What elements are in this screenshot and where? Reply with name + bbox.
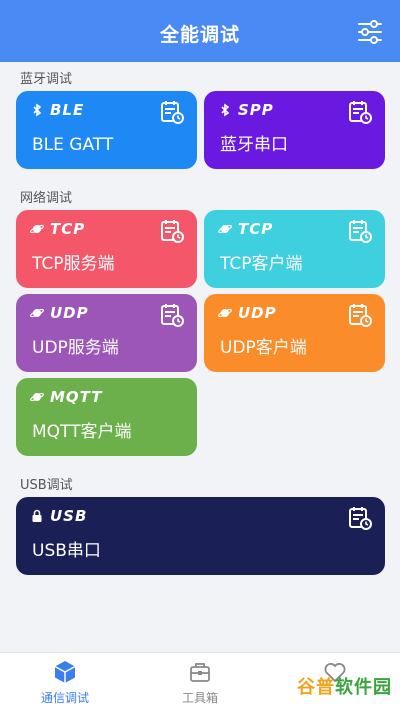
card-tag-text: SPP <box>238 101 274 119</box>
watermark-logo: 谷普软件园 <box>297 673 392 699</box>
section-label-bluetooth: 蓝牙调试 <box>20 72 73 87</box>
tab-toolbox[interactable]: 工具箱 <box>155 659 245 706</box>
watermark-part-2: 软件园 <box>335 677 392 698</box>
card-tag-text: UDP <box>238 304 277 322</box>
card-tag: MQTT <box>30 388 103 406</box>
tab-comm-debug[interactable]: 通信调试 <box>20 659 110 706</box>
card-label: 蓝牙串口 <box>220 135 288 155</box>
page-title: 全能调试 <box>159 24 240 46</box>
planet-icon <box>218 308 232 318</box>
tab-label: 通信调试 <box>40 691 89 705</box>
card-label: USB串口 <box>32 541 101 561</box>
tab-label: 工具箱 <box>181 691 218 705</box>
card-tag: TCP <box>30 220 85 238</box>
card-label: TCP服务端 <box>32 254 115 274</box>
toolbox-icon <box>190 663 210 682</box>
card-tcp-client[interactable]: TCP TCP客户端 <box>204 210 385 288</box>
card-tag-text: UDP <box>50 304 89 322</box>
app-header: 全能调试 <box>0 0 400 62</box>
card-mqtt[interactable]: MQTT MQTT客户端 <box>16 378 197 456</box>
card-spp[interactable]: SPP 蓝牙串口 <box>204 91 385 169</box>
cube-icon <box>54 661 76 683</box>
card-tag: UDP <box>218 304 277 322</box>
settings-sliders-icon[interactable] <box>356 18 384 46</box>
calendar-clock-icon[interactable] <box>347 218 373 244</box>
calendar-clock-icon[interactable] <box>347 99 373 125</box>
section-label-usb: USB调试 <box>20 478 73 493</box>
card-tag-text: TCP <box>50 220 86 238</box>
card-tag: SPP <box>218 101 274 119</box>
bluetooth-icon <box>221 103 230 117</box>
lock-icon <box>32 509 42 522</box>
calendar-clock-icon[interactable] <box>347 302 373 328</box>
card-label: UDP服务端 <box>32 338 119 358</box>
card-label: MQTT客户端 <box>32 422 132 442</box>
section-label-network: 网络调试 <box>20 191 73 206</box>
card-tcp-server[interactable]: TCP TCP服务端 <box>16 210 197 288</box>
planet-icon <box>30 392 44 402</box>
card-tag-text: TCP <box>238 220 274 238</box>
card-usb[interactable]: USB USB串口 <box>16 497 385 575</box>
card-tag: BLE <box>30 101 84 119</box>
planet-icon <box>30 224 44 234</box>
calendar-clock-icon[interactable] <box>159 99 185 125</box>
card-label: TCP客户端 <box>220 254 303 274</box>
card-tag-text: USB <box>50 507 88 525</box>
card-tag: TCP <box>218 220 273 238</box>
card-label: UDP客户端 <box>220 338 307 358</box>
calendar-clock-icon[interactable] <box>347 505 373 531</box>
planet-icon <box>30 308 44 318</box>
watermark-part-1: 谷普 <box>297 677 335 698</box>
card-tag: UDP <box>30 304 89 322</box>
card-label: BLE GATT <box>32 135 114 155</box>
card-udp-server[interactable]: UDP UDP服务端 <box>16 294 197 372</box>
card-udp-client[interactable]: UDP UDP客户端 <box>204 294 385 372</box>
card-tag-text: BLE <box>50 101 85 119</box>
card-tag: USB <box>30 507 87 525</box>
card-ble[interactable]: BLE BLE GATT <box>16 91 197 169</box>
card-tag-text: MQTT <box>50 388 103 406</box>
calendar-clock-icon[interactable] <box>159 302 185 328</box>
bluetooth-icon <box>33 103 42 117</box>
planet-icon <box>218 224 232 234</box>
calendar-clock-icon[interactable] <box>159 218 185 244</box>
